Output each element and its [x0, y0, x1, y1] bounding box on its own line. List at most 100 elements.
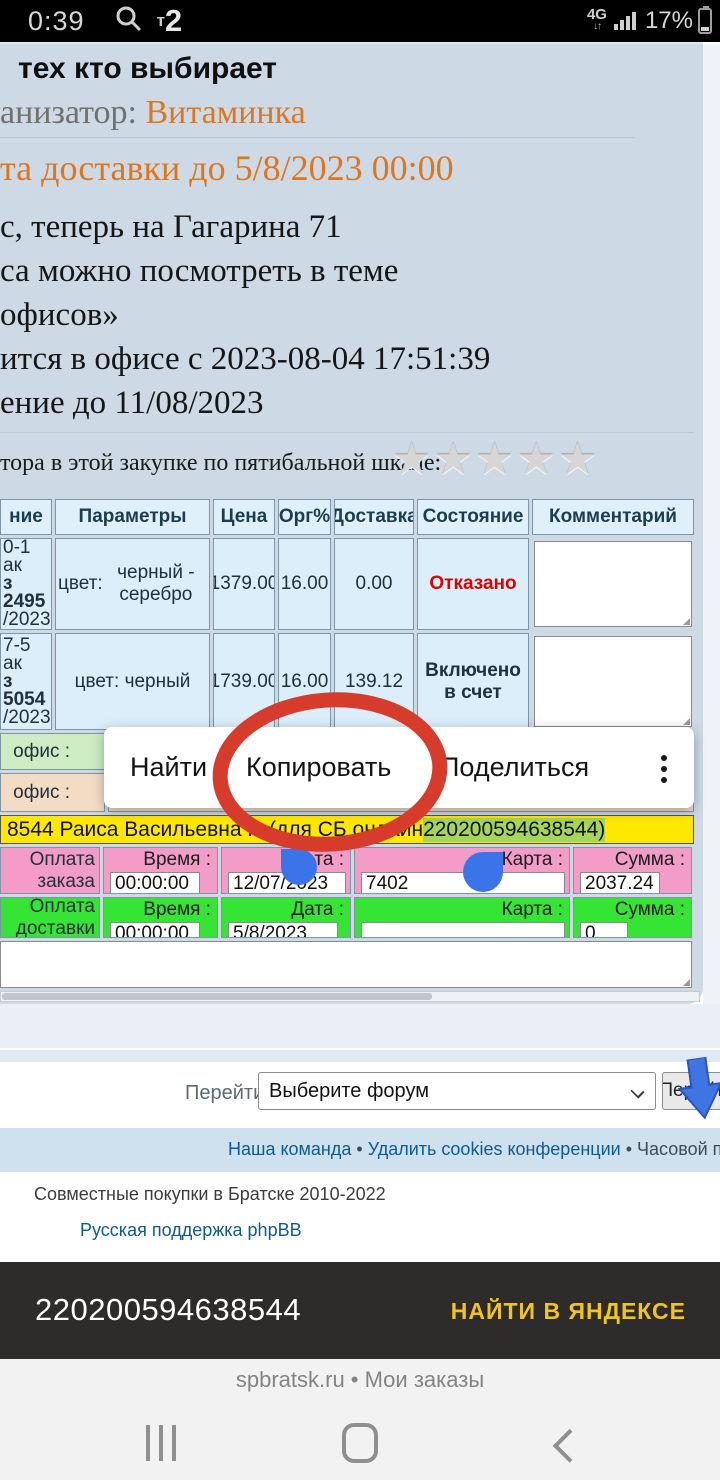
team-link[interactable]: Наша команда — [228, 1139, 351, 1159]
star-icon[interactable]: ★ — [516, 435, 557, 484]
status-bar: 0:39 т2 4G ↓↑ 17% — [0, 0, 720, 42]
phpbb-support-link[interactable]: Русская поддержка phpBB — [80, 1220, 302, 1241]
forum-select[interactable]: Выберите форум — [258, 1072, 656, 1110]
network-type-indicator: 4G ↓↑ — [587, 9, 607, 33]
star-icon[interactable]: ★ — [558, 435, 599, 484]
scrollbar-thumb[interactable] — [2, 993, 432, 1000]
payment-name-cell: Оплата доставки — [0, 897, 100, 938]
time-cell: Время : — [103, 847, 218, 894]
table-header-row: ние Параметры Цена Орг% Доставка Состоян… — [0, 499, 694, 535]
horizontal-scrollbar[interactable] — [0, 991, 700, 1002]
star-icon[interactable]: ★ — [392, 435, 433, 484]
delivery-deadline: та доставки до 5/8/2023 00:00 — [0, 147, 454, 189]
delete-cookies-link[interactable]: Удалить cookies конференции — [368, 1139, 621, 1159]
divider — [0, 432, 694, 433]
star-icon[interactable]: ★ — [433, 435, 474, 484]
back-button[interactable] — [553, 1429, 587, 1463]
star-icon[interactable]: ★ — [475, 435, 516, 484]
section-spacer — [0, 1004, 720, 1048]
price-cell: 1379.00 — [213, 538, 275, 630]
payment-row-delivery: Оплата доставки Время : Дата : Карта : С… — [0, 897, 692, 938]
status-cell: Включено в счет — [417, 633, 529, 730]
search-icon — [113, 4, 143, 39]
sum-cell: Сумма : — [573, 897, 692, 938]
comment-textarea[interactable] — [534, 541, 692, 627]
selected-text[interactable]: 220200594638544) — [423, 818, 605, 842]
more-options-icon[interactable] — [644, 749, 684, 789]
description-line: ится в офисе с 2023-08-04 17:51:39 — [0, 337, 490, 381]
organizer-line: анизатор: Витаминка — [0, 94, 306, 132]
menu-item-copy[interactable]: Копировать — [246, 727, 391, 808]
payment-name-cell: Оплата заказа — [0, 847, 100, 894]
rating-label: тора в этой закупке по пятибальной шкале… — [0, 450, 441, 477]
status-indicators: 4G ↓↑ 17% — [587, 0, 712, 42]
order-id-cell: 0-1 ак з 2495 /2023 — [0, 538, 52, 630]
params-cell: цвет: черный - серебро — [55, 538, 210, 630]
bottom-area: spbratsk.ru • Мои заказы — [0, 1359, 720, 1480]
site-breadcrumb: spbratsk.ru • Мои заказы — [0, 1367, 720, 1393]
price-cell: 1739.00 — [213, 633, 275, 730]
time-input[interactable] — [110, 922, 200, 938]
order-id-cell: 7-5 ак з 5054 /2023 — [0, 633, 52, 730]
rating-stars: ★★★★★ — [392, 434, 599, 485]
col-header: Доставка — [334, 499, 414, 535]
screen: 0:39 т2 4G ↓↑ 17% тех кто выбирает аниза… — [0, 0, 720, 1480]
date-cell: Дата : — [221, 897, 351, 938]
recipient-text: 8544 Раиса Васильевна Р. (для СБ онлайн — [7, 818, 423, 842]
description-line: са можно посмотреть в теме — [0, 249, 490, 293]
menu-item-share[interactable]: Поделиться — [440, 727, 589, 808]
section-spacer — [0, 1050, 720, 1062]
params-cell: цвет: черный — [55, 633, 210, 730]
page-title: тех кто выбирает — [18, 52, 277, 86]
sum-input[interactable] — [580, 922, 628, 938]
divider — [0, 137, 634, 138]
comment-cell — [532, 538, 694, 630]
clock: 0:39 — [28, 6, 85, 37]
battery-icon — [698, 8, 712, 34]
col-header: Состояние — [417, 499, 529, 535]
col-header: Орг% — [278, 499, 331, 535]
description-line: ение до 11/08/2023 — [0, 381, 490, 425]
org-percent-cell: 16.00 — [278, 633, 331, 730]
delivery-cell: 139.12 — [334, 633, 414, 730]
card-cell: Карта : — [354, 897, 570, 938]
sum-input[interactable] — [580, 872, 660, 894]
page-right-gutter — [703, 44, 720, 1004]
home-button[interactable] — [342, 1423, 378, 1463]
col-header: Параметры — [55, 499, 210, 535]
recents-button[interactable] — [146, 1425, 176, 1461]
time-cell: Время : — [103, 897, 218, 938]
card-cell: Карта : — [354, 847, 570, 894]
organizer-link[interactable]: Витаминка — [145, 94, 305, 131]
selection-handle-end[interactable] — [463, 852, 503, 892]
footer-band: Наша команда • Удалить cookies конференц… — [0, 1128, 720, 1172]
status-cell: Отказано — [417, 538, 529, 630]
col-header: Комментарий — [532, 499, 694, 535]
office-label-cell: офис : — [0, 773, 105, 812]
card-input[interactable] — [361, 922, 565, 938]
selection-context-menu: Найти Копировать Поделиться — [104, 727, 694, 808]
timezone-text: • Часовой пояс: UTC + 8 часов — [621, 1139, 720, 1159]
order-row: 0-1 ак з 2495 /2023 цвет: черный - сереб… — [0, 538, 694, 630]
chevron-down-icon — [630, 1084, 644, 1098]
battery-percent: 17% — [645, 7, 693, 35]
android-nav-bar — [0, 1417, 720, 1477]
comment-textarea[interactable] — [534, 636, 692, 727]
time-input[interactable] — [110, 872, 200, 894]
search-in-yandex-button[interactable]: НАЙТИ В ЯНДЕКСЕ — [451, 1298, 686, 1325]
description-line: офисов» — [0, 293, 490, 337]
col-header: Цена — [213, 499, 275, 535]
selection-handle-start[interactable] — [281, 849, 317, 885]
tele2-notification-icon: т2 — [157, 6, 183, 36]
yandex-search-bar: 220200594638544 НАЙТИ В ЯНДЕКСЕ — [0, 1262, 720, 1359]
recipient-row: 8544 Раиса Васильевна Р. (для СБ онлайн … — [0, 815, 694, 844]
comment-cell — [532, 633, 694, 730]
signal-bars-icon — [613, 7, 639, 36]
sum-cell: Сумма : — [573, 847, 692, 894]
scroll-down-arrow-icon — [676, 1058, 720, 1129]
delivery-cell: 0.00 — [334, 538, 414, 630]
summary-comment-textarea[interactable] — [0, 941, 692, 988]
date-input[interactable] — [228, 922, 338, 938]
search-query-text[interactable]: 220200594638544 — [35, 1292, 301, 1328]
menu-item-find[interactable]: Найти — [130, 727, 207, 808]
